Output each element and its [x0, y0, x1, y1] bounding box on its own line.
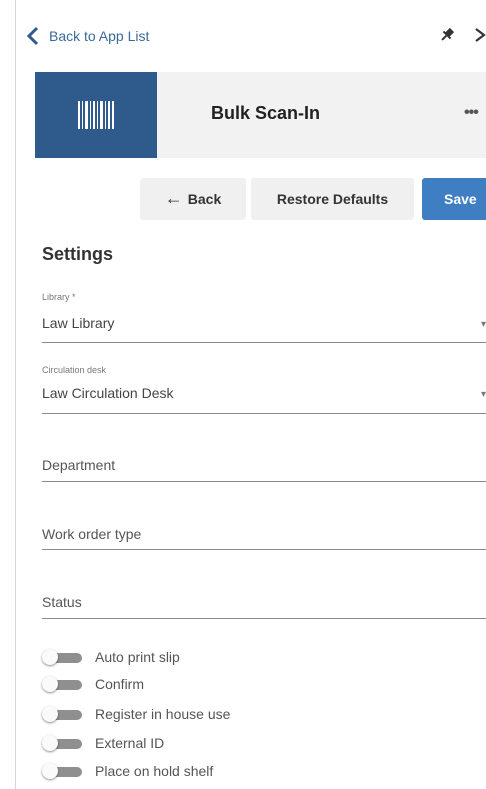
department-placeholder: Department	[42, 457, 116, 473]
place-on-hold-shelf-toggle[interactable]: Place on hold shelf	[42, 761, 213, 781]
toggle-switch[interactable]	[42, 735, 82, 751]
library-value: Law Library	[42, 315, 115, 331]
back-to-app-list-label: Back to App List	[49, 28, 150, 44]
back-button-label: Back	[187, 191, 222, 207]
department-field[interactable]: Department	[42, 455, 486, 482]
restore-defaults-button[interactable]: Restore Defaults	[251, 178, 414, 220]
app-title: Bulk Scan-In	[211, 103, 321, 123]
close-icon[interactable]	[474, 26, 486, 44]
back-button[interactable]: ← Back	[140, 178, 246, 220]
toggle-switch[interactable]	[42, 706, 82, 722]
pin-icon[interactable]	[438, 26, 456, 44]
circulation-desk-select[interactable]: Circulation desk Law Circulation Desk ▾	[42, 365, 486, 414]
status-field[interactable]: Status	[42, 592, 486, 619]
toggle-label: Place on hold shelf	[95, 763, 214, 779]
barcode-icon	[78, 101, 114, 129]
arrow-left-icon: ←	[164, 187, 183, 208]
library-select[interactable]: Library * Law Library ▾	[42, 292, 486, 343]
external-id-toggle[interactable]: External ID	[42, 733, 164, 753]
auto-print-slip-toggle[interactable]: Auto print slip	[42, 647, 180, 667]
chevron-down-icon: ▾	[480, 319, 486, 330]
work-order-type-placeholder: Work order type	[42, 526, 142, 542]
save-button[interactable]: Save	[422, 178, 486, 220]
toggle-label: External ID	[95, 735, 165, 751]
toggle-label: Confirm	[95, 676, 145, 692]
app-tile	[35, 72, 157, 158]
circulation-desk-value: Law Circulation Desk	[42, 385, 174, 401]
confirm-toggle[interactable]: Confirm	[42, 674, 144, 694]
toggle-switch[interactable]	[42, 763, 82, 779]
panel-left-border	[15, 0, 16, 789]
toggle-label: Auto print slip	[95, 649, 180, 665]
toggle-switch[interactable]	[42, 649, 82, 665]
chevron-down-icon: ▾	[480, 389, 486, 400]
more-options-icon[interactable]: •••	[464, 104, 479, 122]
status-placeholder: Status	[42, 594, 82, 610]
chevron-left-icon	[26, 26, 39, 46]
toggle-switch[interactable]	[42, 676, 82, 692]
work-order-type-field[interactable]: Work order type	[42, 524, 486, 550]
settings-title: Settings	[42, 244, 114, 264]
back-to-app-list-link[interactable]: Back to App List	[26, 24, 149, 48]
app-header: Bulk Scan-In •••	[35, 72, 486, 158]
register-in-house-use-toggle[interactable]: Register in house use	[42, 704, 230, 724]
toggle-label: Register in house use	[95, 706, 231, 722]
library-label: Library *	[42, 292, 76, 302]
circulation-desk-label: Circulation desk	[42, 365, 107, 375]
